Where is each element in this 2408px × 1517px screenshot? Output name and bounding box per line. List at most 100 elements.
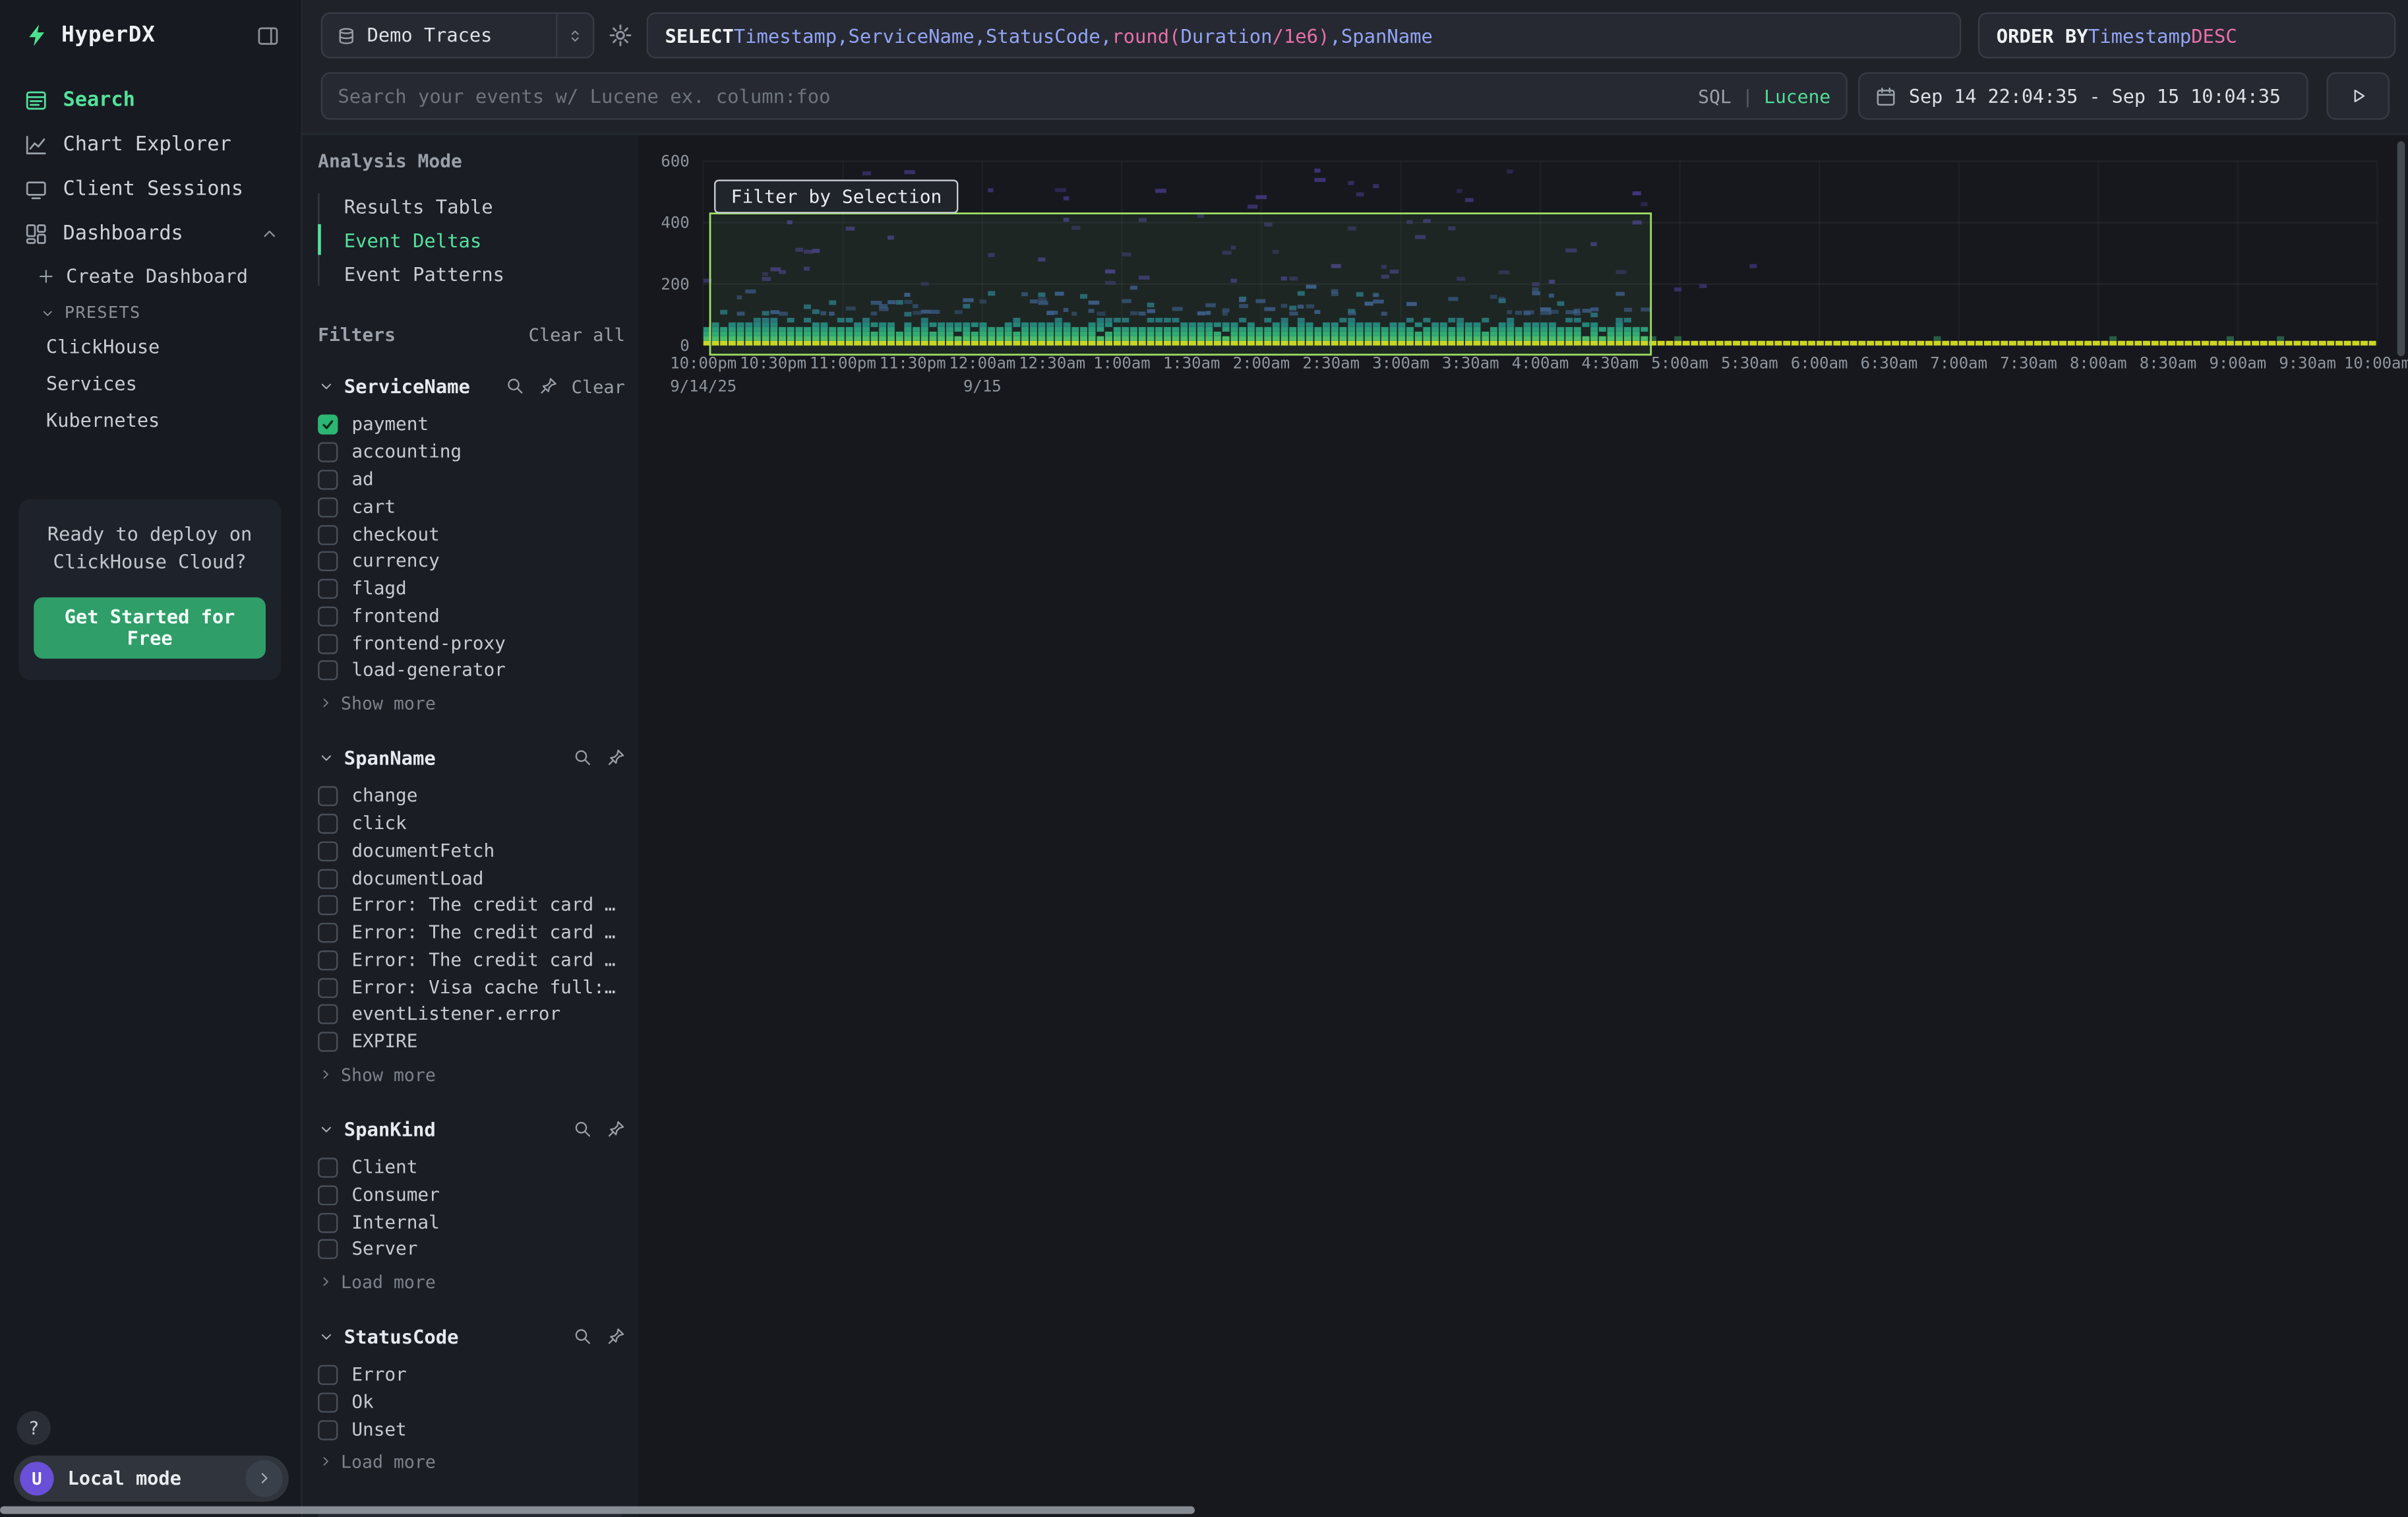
filter-option-consumer[interactable]: Consumer [318, 1181, 625, 1208]
collapse-sidebar-button[interactable] [256, 24, 280, 47]
checkbox[interactable] [318, 1185, 338, 1205]
checkbox[interactable] [318, 524, 338, 544]
filter-option-error-the-credit-card[interactable]: Error: The credit card (… [318, 919, 625, 946]
filter-option-frontend[interactable]: frontend [318, 603, 625, 630]
filter-option-checkout[interactable]: checkout [318, 520, 625, 547]
filter-group-clear[interactable]: Clear [572, 375, 625, 397]
gear-icon[interactable] [608, 23, 632, 47]
filter-option-change[interactable]: change [318, 783, 625, 810]
analysis-mode-results-table[interactable]: Results Table [318, 189, 625, 222]
filter-option-error-the-credit-card[interactable]: Error: The credit card (… [318, 946, 625, 974]
checkbox[interactable] [318, 1212, 338, 1232]
checkbox[interactable] [318, 606, 338, 626]
checkbox[interactable] [318, 841, 338, 861]
filter-option-internal[interactable]: Internal [318, 1209, 625, 1236]
help-button[interactable]: ? [17, 1411, 51, 1444]
filter-option-accounting[interactable]: accounting [318, 439, 625, 466]
filter-option-load-generator[interactable]: load-generator [318, 657, 625, 684]
filter-option-payment[interactable]: payment [318, 412, 625, 439]
checkbox[interactable] [318, 634, 338, 654]
checkbox[interactable] [318, 1005, 338, 1025]
checkbox[interactable] [318, 977, 338, 997]
search-input[interactable] [338, 84, 1685, 108]
checkbox[interactable] [318, 443, 338, 462]
filter-option-documentload[interactable]: documentLoad [318, 865, 625, 892]
vertical-scrollbar-thumb[interactable] [2397, 141, 2405, 356]
checkbox[interactable] [318, 814, 338, 834]
search-icon[interactable] [573, 1326, 592, 1346]
sidebar-item-dashboards[interactable]: Dashboards [0, 212, 301, 257]
filter-option-error-visa-cache-full[interactable]: Error: Visa cache full: … [318, 974, 625, 1001]
presets-section[interactable]: PRESETS [0, 295, 301, 328]
sql-mode-toggle[interactable]: SQL [1698, 85, 1731, 107]
analysis-mode-event-deltas[interactable]: Event Deltas [318, 223, 625, 257]
checkbox[interactable] [318, 497, 338, 517]
preset-services[interactable]: Services [0, 365, 301, 402]
run-query-button[interactable] [2327, 72, 2390, 119]
filter-option-eventlistener-error[interactable]: eventListener.error [318, 1001, 625, 1028]
filter-option-currency[interactable]: currency [318, 548, 625, 575]
filter-option-error-the-credit-card[interactable]: Error: The credit card (… [318, 892, 625, 919]
filter-group-header[interactable]: SpanName [318, 746, 625, 769]
preset-kubernetes[interactable]: Kubernetes [0, 402, 301, 439]
clear-all-button[interactable]: Clear all [529, 324, 625, 346]
filter-option-frontend-proxy[interactable]: frontend-proxy [318, 630, 625, 657]
checkbox[interactable] [318, 950, 338, 970]
pin-icon[interactable] [606, 748, 625, 767]
lucene-mode-toggle[interactable]: Lucene [1764, 85, 1830, 107]
search-icon[interactable] [573, 748, 592, 767]
filter-option-unset[interactable]: Unset [318, 1416, 625, 1443]
checkbox[interactable] [318, 1032, 338, 1052]
filter-option-ok[interactable]: Ok [318, 1389, 625, 1416]
pin-icon[interactable] [606, 1119, 625, 1138]
checkbox[interactable] [318, 786, 338, 806]
show-more-button[interactable]: Show more [318, 1061, 625, 1088]
sidebar-item-chart-explorer[interactable]: Chart Explorer [0, 123, 301, 168]
order-by-expression[interactable]: ORDER BY Timestamp DESC [1978, 13, 2396, 59]
pin-icon[interactable] [539, 377, 558, 396]
checkbox[interactable] [318, 869, 338, 888]
preset-clickhouse[interactable]: ClickHouse [0, 328, 301, 365]
sql-select-expression[interactable]: SELECT Timestamp, ServiceName, StatusCod… [647, 13, 1962, 59]
show-more-button[interactable]: Show more [318, 689, 625, 717]
checkbox[interactable] [318, 923, 338, 943]
checkbox[interactable] [318, 1392, 338, 1412]
filter-option-ad[interactable]: ad [318, 466, 625, 493]
pin-icon[interactable] [606, 1326, 625, 1346]
filter-by-selection-button[interactable]: Filter by Selection [714, 179, 959, 213]
load-more-button[interactable]: Load more [318, 1268, 625, 1295]
sidebar-item-search[interactable]: Search [0, 78, 301, 123]
filter-option-documentfetch[interactable]: documentFetch [318, 838, 625, 865]
filter-option-cart[interactable]: cart [318, 493, 625, 520]
filter-group-header[interactable]: StatusCode [318, 1324, 625, 1347]
filter-group-header[interactable]: ServiceNameClear [318, 375, 625, 398]
load-more-button[interactable]: Load more [318, 1448, 625, 1475]
filter-option-server[interactable]: Server [318, 1236, 625, 1263]
checkbox[interactable] [318, 1239, 338, 1259]
filter-option-error[interactable]: Error [318, 1361, 625, 1388]
user-menu[interactable]: U Local mode [14, 1456, 289, 1502]
filter-option-flagd[interactable]: flagd [318, 575, 625, 602]
checkbox[interactable] [318, 579, 338, 599]
analysis-mode-event-patterns[interactable]: Event Patterns [318, 257, 625, 290]
horizontal-scrollbar-thumb[interactable] [0, 1506, 1195, 1514]
checkbox[interactable] [318, 470, 338, 489]
filter-group-header[interactable]: SpanKind [318, 1117, 625, 1140]
checkbox[interactable] [318, 661, 338, 681]
get-started-button[interactable]: Get Started for Free [34, 597, 266, 658]
checkbox[interactable] [318, 1365, 338, 1385]
checkbox[interactable] [318, 551, 338, 571]
checkbox[interactable] [318, 896, 338, 915]
filter-option-expire[interactable]: EXPIRE [318, 1028, 625, 1055]
filter-option-click[interactable]: click [318, 810, 625, 837]
search-icon[interactable] [573, 1119, 592, 1138]
search-icon[interactable] [505, 377, 524, 396]
checkbox[interactable] [318, 1158, 338, 1177]
date-range-picker[interactable]: Sep 14 22:04:35 - Sep 15 10:04:35 [1858, 72, 2308, 119]
filter-option-client[interactable]: Client [318, 1154, 625, 1181]
checkbox[interactable] [318, 1420, 338, 1440]
checkbox-checked[interactable] [318, 415, 338, 435]
create-dashboard-button[interactable]: Create Dashboard [0, 258, 301, 295]
source-select[interactable]: Demo Traces [321, 13, 595, 59]
sidebar-item-client-sessions[interactable]: Client Sessions [0, 168, 301, 212]
